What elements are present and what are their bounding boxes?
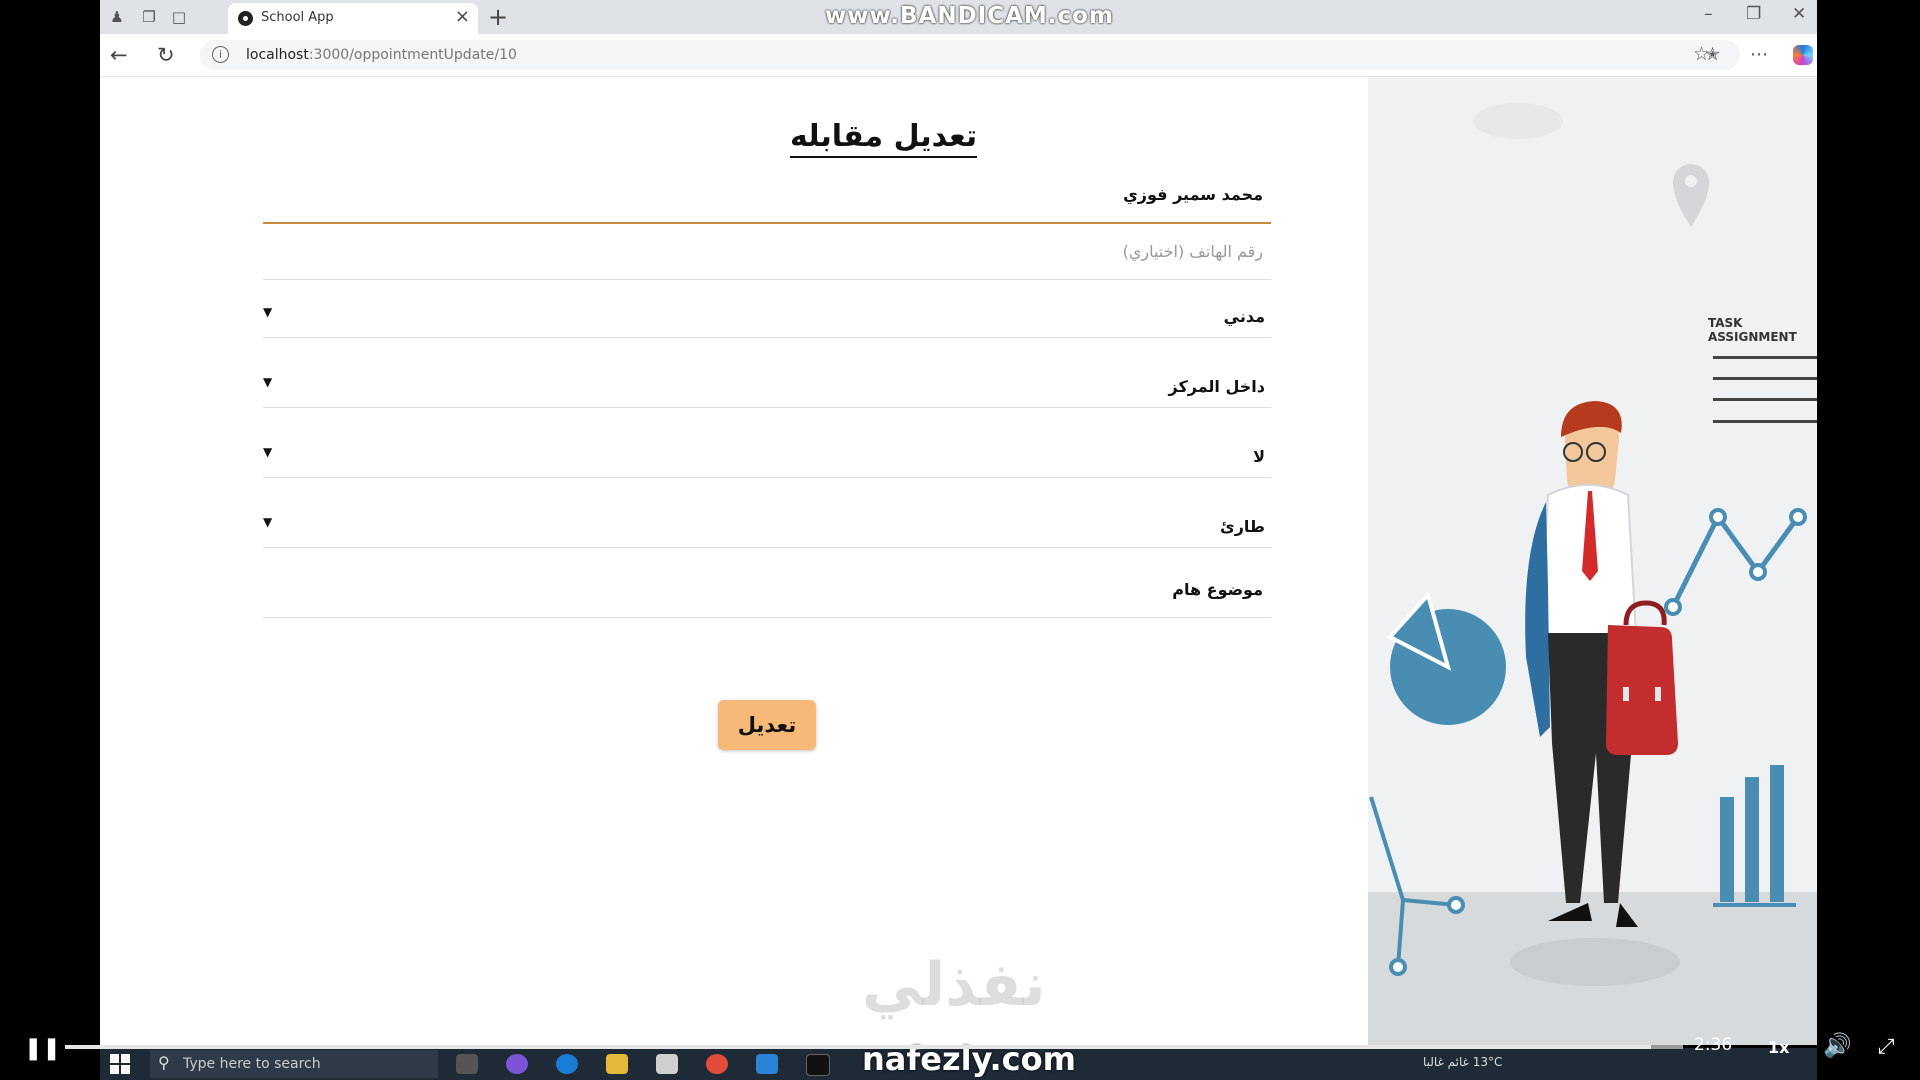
taskbar-search-placeholder: Type here to search: [183, 1056, 321, 1072]
favorites-icon[interactable]: ✭: [1705, 44, 1720, 65]
select-4-value: طارئ: [1220, 517, 1265, 536]
close-tab-icon[interactable]: ×: [455, 7, 470, 27]
new-tab-icon[interactable]: +: [488, 3, 508, 31]
more-options-icon[interactable]: ⋯: [1750, 44, 1768, 65]
task-line: [1713, 420, 1817, 423]
subject-field[interactable]: [263, 573, 1271, 618]
terminal-icon[interactable]: [806, 1054, 830, 1076]
chevron-down-icon[interactable]: ▼: [263, 375, 272, 389]
copilot-taskbar-icon[interactable]: [506, 1054, 528, 1074]
select-field-2[interactable]: داخل المركز ▼: [263, 363, 1271, 408]
illustration-panel: TASK ASSIGNMENT: [1368, 77, 1817, 1045]
tab-favicon-icon: [238, 11, 253, 26]
chevron-down-icon[interactable]: ▼: [263, 305, 272, 319]
select-field-1[interactable]: مدني ▼: [263, 293, 1271, 338]
page-content: تعديل مقابله مدني ▼ داخل المركز ▼ لا ▼ ط…: [100, 77, 1817, 1045]
task-line: [1713, 377, 1817, 380]
task-line: [1713, 398, 1817, 401]
subject-input[interactable]: [281, 579, 1265, 600]
refresh-icon[interactable]: ↻: [157, 42, 175, 68]
url-text: localhost:3000/oppointmentUpdate/10: [246, 47, 517, 63]
taskbar-search[interactable]: ⚲ Type here to search: [150, 1050, 438, 1078]
businessman-illustration: [1369, 103, 1807, 986]
select-field-4[interactable]: طارئ ▼: [263, 503, 1271, 548]
site-info-icon[interactable]: i: [212, 46, 229, 63]
workspaces-icon[interactable]: ❐: [138, 6, 160, 28]
recording-watermark: www.BANDICAM.com: [825, 3, 1114, 29]
url-host: localhost: [246, 47, 309, 63]
phone-field[interactable]: [263, 235, 1271, 280]
edge-taskbar-icon[interactable]: [556, 1054, 578, 1074]
pause-icon[interactable]: ❚❚: [24, 1036, 61, 1061]
seek-bar[interactable]: [65, 1045, 1683, 1049]
tab-bar: ♟ ❐ □ School App × + www.BANDICAM.com – …: [100, 0, 1817, 34]
select-field-3[interactable]: لا ▼: [263, 433, 1271, 478]
select-1-value: مدني: [1223, 307, 1265, 326]
playback-speed[interactable]: 1x: [1768, 1038, 1789, 1057]
select-3-value: لا: [1253, 447, 1265, 466]
name-input[interactable]: [281, 184, 1265, 205]
page-title: تعديل مقابله: [790, 119, 978, 158]
browser-window: ♟ ❐ □ School App × + www.BANDICAM.com – …: [100, 0, 1817, 1045]
store-icon[interactable]: [656, 1054, 678, 1074]
phone-input[interactable]: [281, 241, 1265, 262]
address-bar: ← ↻ i localhost:3000/oppointmentUpdate/1…: [100, 34, 1817, 77]
volume-icon[interactable]: 🔊: [1823, 1032, 1852, 1059]
chevron-down-icon[interactable]: ▼: [263, 515, 272, 529]
restore-icon[interactable]: ❐: [1746, 4, 1761, 24]
url-field[interactable]: i localhost:3000/oppointmentUpdate/10 ☆: [200, 40, 1740, 70]
minimize-icon[interactable]: –: [1704, 4, 1713, 24]
chrome-icon[interactable]: [706, 1054, 728, 1074]
task-line: [1713, 356, 1817, 359]
search-icon: ⚲: [158, 1053, 170, 1072]
site-watermark-arabic: نفذلي: [862, 950, 1046, 1020]
task-view-icon[interactable]: [456, 1054, 478, 1074]
seek-progress: [65, 1045, 1651, 1049]
weather-widget[interactable]: 13°C غائم غالبا: [1423, 1055, 1502, 1069]
browser-tab[interactable]: School App ×: [228, 3, 478, 34]
copilot-icon[interactable]: [1793, 45, 1813, 65]
fullscreen-icon[interactable]: ⤢: [1878, 1034, 1895, 1059]
select-2-value: داخل المركز: [1168, 377, 1265, 396]
task-assignment-label: TASK ASSIGNMENT: [1708, 316, 1797, 344]
profile-icon[interactable]: ♟: [106, 6, 128, 28]
name-field[interactable]: [263, 178, 1271, 224]
back-icon[interactable]: ←: [110, 42, 128, 68]
chevron-down-icon[interactable]: ▼: [263, 445, 272, 459]
windows-start-icon[interactable]: [110, 1054, 130, 1074]
vscode-icon[interactable]: [756, 1054, 778, 1074]
tab-title: School App: [261, 10, 334, 25]
update-button[interactable]: تعديل: [718, 700, 816, 750]
playback-time: 2:36: [1694, 1035, 1733, 1055]
tab-actions-icon[interactable]: □: [168, 6, 190, 28]
file-explorer-icon[interactable]: [606, 1054, 628, 1074]
appointment-form: تعديل مقابله مدني ▼ داخل المركز ▼ لا ▼ ط…: [100, 77, 1368, 1045]
url-path: :3000/oppointmentUpdate/10: [308, 47, 517, 63]
close-window-icon[interactable]: ✕: [1792, 4, 1806, 24]
